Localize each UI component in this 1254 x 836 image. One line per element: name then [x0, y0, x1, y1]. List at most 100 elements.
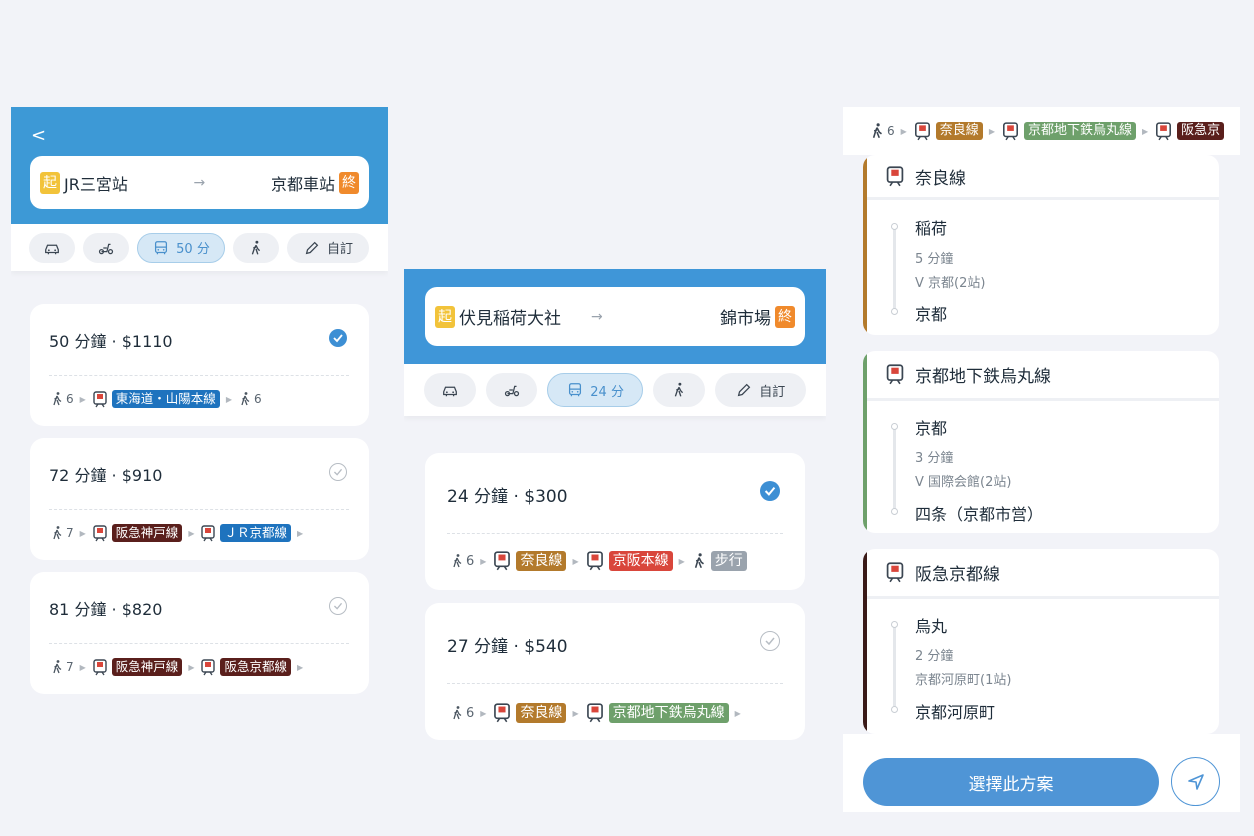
line-badge: 奈良線	[516, 551, 567, 571]
transit-time: 24 分	[590, 384, 624, 400]
sep-icon: ▶	[188, 528, 195, 538]
car-icon	[442, 386, 457, 397]
origin-label: 伏見稲荷大社	[459, 309, 561, 329]
timeline-dot	[891, 308, 898, 315]
segment-header: 京都地下鉄烏丸線	[863, 351, 1219, 401]
mode-custom[interactable]: 自訂	[287, 232, 369, 263]
divider	[49, 643, 349, 644]
back-icon[interactable]: <	[31, 125, 46, 146]
pencil-icon	[305, 241, 319, 254]
train-icon	[1002, 121, 1018, 140]
pencil-icon	[738, 383, 751, 397]
from-station: 稲荷	[915, 219, 948, 238]
route-steps: 7 ▶ 阪急神戸線 ▶ ＪＲ京都線 ▶	[50, 524, 360, 542]
line-badge: 奈良線	[935, 122, 983, 140]
route-summary-bar: 6 ▶ 奈良線 ▶ 京都地下鉄烏丸線 ▶ 阪急京	[843, 107, 1240, 155]
bus-icon	[569, 383, 582, 397]
check-icon[interactable]	[760, 631, 780, 651]
route-steps: 7 ▶ 阪急神戸線 ▶ 阪急京都線 ▶	[50, 658, 360, 676]
sep-icon: ▶	[188, 662, 195, 672]
line-badge: 阪急京	[1177, 122, 1225, 140]
route-card[interactable]: 72 分鐘 · $910 7 ▶ 阪急神戸線 ▶ ＪＲ京都線 ▶	[30, 438, 369, 560]
check-selected-icon[interactable]	[329, 329, 347, 347]
route-card[interactable]: 81 分鐘 · $820 7 ▶ 阪急神戸線 ▶ 阪急京都線 ▶	[30, 572, 369, 694]
navigate-button[interactable]	[1171, 757, 1220, 806]
walk-icon	[453, 706, 462, 720]
scooter-icon	[98, 243, 114, 254]
segment-card: 阪急京都線 烏丸 2 分鐘 京都河原町(1站) 京都河原町	[863, 549, 1219, 734]
walk-step: 7	[50, 525, 74, 541]
divider	[49, 509, 349, 510]
sep-icon: ▶	[296, 528, 304, 538]
walk-step: 6	[450, 553, 474, 569]
sep-icon: ▶	[79, 528, 86, 538]
to-station: 四条（京都市営）	[915, 505, 1044, 524]
sep-icon: ▶	[1141, 126, 1149, 136]
walk-step: 6	[869, 122, 895, 140]
walk-icon	[251, 240, 261, 255]
mode-transit[interactable]: 24 分	[547, 373, 643, 407]
end-tag: 終	[775, 305, 795, 328]
line-badge: 東海道・山陽本線	[111, 390, 220, 408]
destination-label: 京都車站	[270, 174, 335, 194]
sep-icon: ▶	[480, 556, 487, 566]
line-badge: 京都地下鉄烏丸線	[1023, 122, 1136, 140]
segment-line-name: 奈良線	[915, 168, 966, 189]
mode-car[interactable]	[29, 232, 75, 263]
custom-label: 自訂	[326, 242, 353, 257]
timeline-dot	[891, 423, 898, 430]
origin-destination-box[interactable]: 起 伏見稲荷大社 → 錦市場 終	[425, 287, 805, 346]
timeline	[893, 623, 896, 711]
segment-card: 京都地下鉄烏丸線 京都 3 分鐘 V 国際会館(2站) 四条（京都市営）	[863, 351, 1219, 533]
route-screen-1: < 起 JR三宮站 → 京都車站 終 50 分 自訂 50 分鐘 · $1110	[11, 107, 388, 707]
sep-icon: ▶	[572, 556, 579, 566]
timeline-dot	[891, 223, 898, 230]
route-summary: 27 分鐘 · $540	[447, 637, 568, 657]
timeline	[893, 225, 896, 313]
train-icon	[1156, 121, 1172, 140]
start-tag: 起	[40, 171, 60, 194]
train-icon	[93, 524, 107, 541]
mode-scooter[interactable]	[485, 373, 538, 407]
sep-icon: ▶	[900, 126, 907, 136]
custom-label: 自訂	[759, 384, 786, 400]
mode-walk[interactable]	[652, 373, 705, 407]
walk-step: 6	[50, 391, 74, 407]
header: 起 伏見稲荷大社 → 錦市場 終	[404, 269, 826, 364]
route-card[interactable]: 24 分鐘 · $300 6 ▶ 奈良線 ▶ 京阪本線 ▶ 步行	[425, 453, 805, 590]
line-color-bar	[863, 351, 867, 533]
train-icon	[886, 364, 904, 385]
line-color-bar	[863, 155, 867, 335]
arrow-right-icon: →	[591, 308, 603, 325]
walk-icon	[872, 123, 882, 139]
mode-transit[interactable]: 50 分	[137, 232, 225, 263]
via: V 京都(2站)	[915, 276, 986, 291]
navigation-arrow-icon	[1187, 773, 1204, 790]
mode-bar: 24 分 自訂	[404, 364, 826, 416]
check-selected-icon[interactable]	[760, 481, 780, 501]
arrow-right-icon: →	[193, 174, 206, 191]
line-badge: 奈良線	[516, 703, 567, 723]
mode-car[interactable]	[424, 373, 476, 407]
route-detail-screen: 6 ▶ 奈良線 ▶ 京都地下鉄烏丸線 ▶ 阪急京 奈良線 稲荷 5 分鐘 V 京…	[843, 107, 1240, 812]
choose-plan-button[interactable]: 選擇此方案	[863, 758, 1159, 806]
walk-icon	[453, 554, 462, 568]
origin-destination-box[interactable]: 起 JR三宮站 → 京都車站 終	[30, 156, 369, 209]
timeline	[893, 425, 896, 513]
duration: 3 分鐘	[915, 451, 954, 466]
train-icon	[93, 658, 107, 675]
mode-walk[interactable]	[233, 232, 279, 263]
header: < 起 JR三宮站 → 京都車站 終	[11, 107, 388, 224]
check-icon[interactable]	[329, 597, 347, 615]
mode-custom[interactable]: 自訂	[714, 373, 807, 407]
check-icon[interactable]	[329, 463, 347, 481]
sep-icon: ▶	[79, 662, 86, 672]
route-card[interactable]: 27 分鐘 · $540 6 ▶ 奈良線 ▶ 京都地下鉄烏丸線 ▶	[425, 603, 805, 740]
train-icon	[93, 390, 107, 407]
route-steps: 6 ▶ 奈良線 ▶ 京阪本線 ▶ 步行	[450, 551, 785, 571]
line-badge: 阪急京都線	[220, 658, 291, 676]
mode-scooter[interactable]	[83, 232, 129, 263]
to-station: 京都	[915, 305, 948, 324]
train-icon	[886, 562, 904, 583]
route-card[interactable]: 50 分鐘 · $1110 6 ▶ 東海道・山陽本線 ▶ 6	[30, 304, 369, 426]
